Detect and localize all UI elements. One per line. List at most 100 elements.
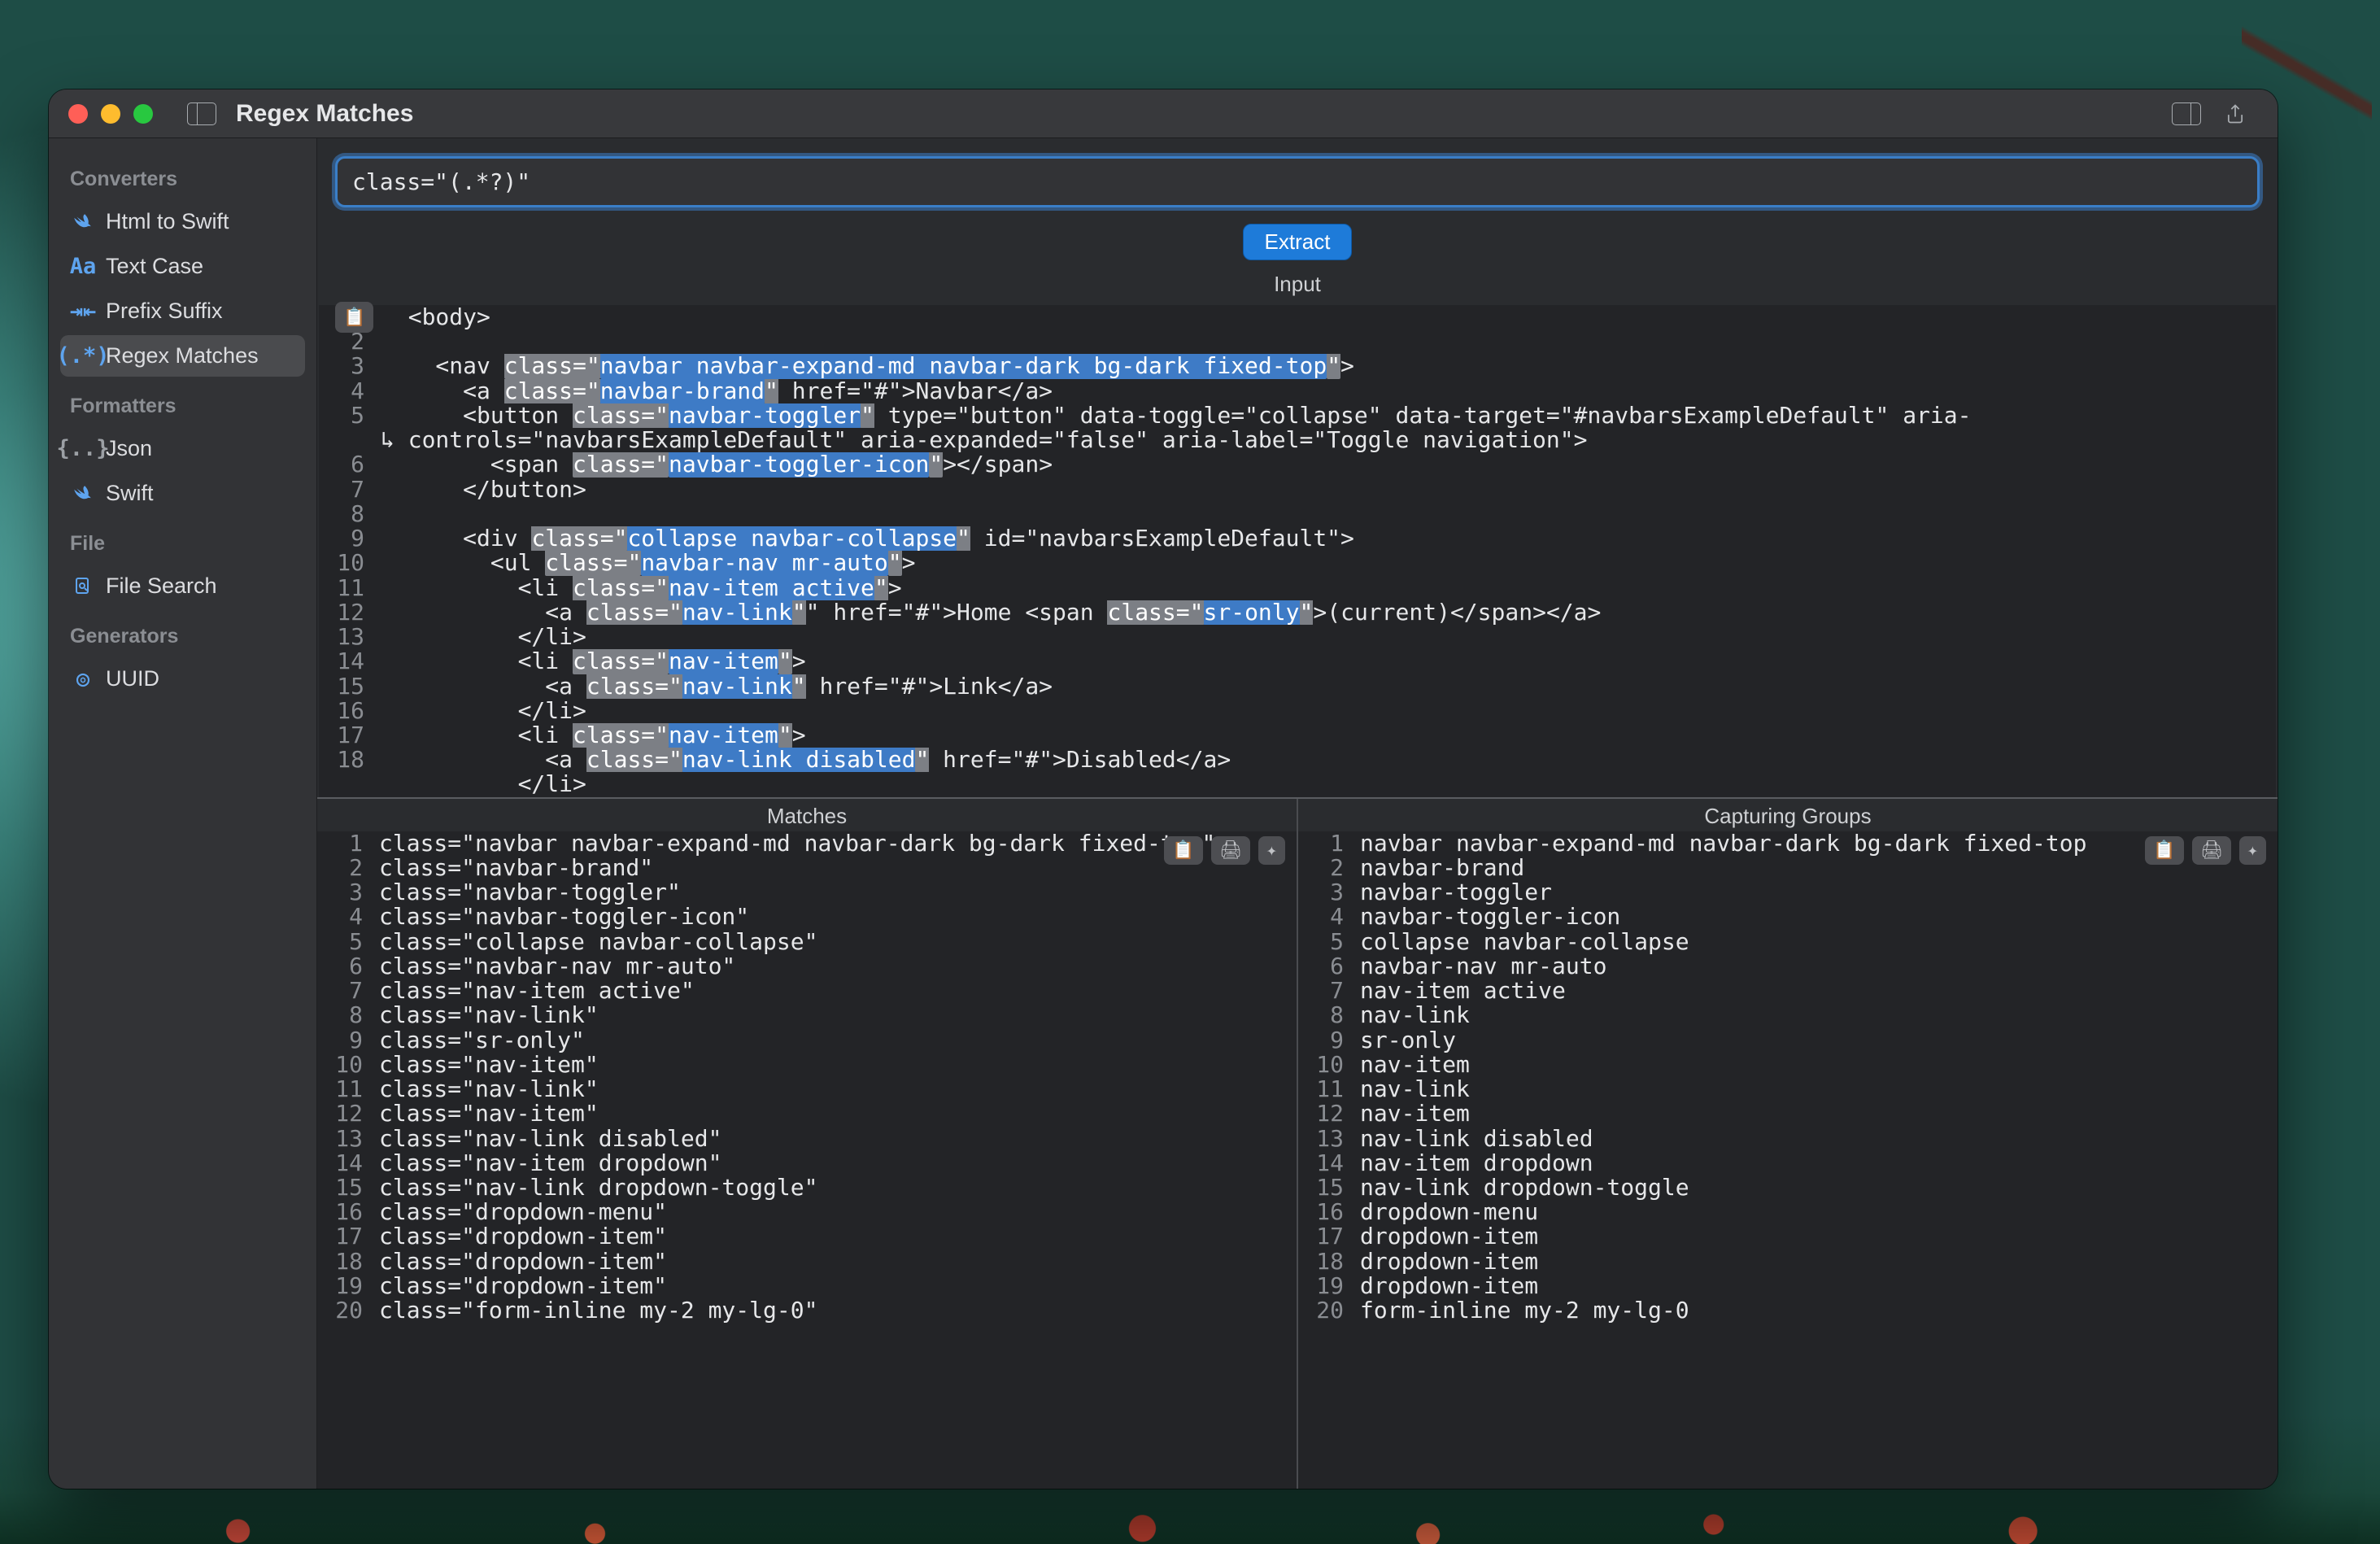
sidebar-item-label: UUID [106,666,159,691]
sidebar-item-label: Prefix Suffix [106,299,223,324]
clipboard-icon: 📋 [343,307,365,328]
group-row: 15nav-link dropdown-toggle [1298,1175,2278,1200]
input-section-label: Input [317,267,2278,305]
toggle-sidebar-button[interactable] [187,102,216,125]
match-row: 18class="dropdown-item" [317,1250,1297,1274]
group-row: 16dropdown-menu [1298,1200,2278,1224]
group-row: 12nav-item [1298,1101,2278,1126]
code-line: 16 </li> [319,699,2276,723]
code-line: 14 <li class="nav-item"> [319,649,2276,674]
matches-pane[interactable]: 📋 🖨 ✦ 1class="navbar navbar-expand-md na… [317,831,1297,1489]
match-row: 2class="navbar-brand" [317,856,1297,880]
code-line: 3 <nav class="navbar navbar-expand-md na… [319,354,2276,378]
group-row: 19dropdown-item [1298,1274,2278,1298]
code-line: 17 <li class="nav-item"> [319,723,2276,748]
sidebar-section-header: Formatters [60,380,305,425]
arrows-icon: ⇥⇤ [72,300,94,323]
sidebar-item-swift[interactable]: Swift [60,473,305,514]
group-row: 6navbar-nav mr-auto [1298,954,2278,979]
group-row: 18dropdown-item [1298,1250,2278,1274]
code-line: 6 <span class="navbar-toggler-icon"></sp… [319,452,2276,477]
group-row: 2navbar-brand [1298,856,2278,880]
group-row: 11nav-link [1298,1077,2278,1101]
share-button[interactable] [2224,102,2253,125]
sidebar-item-label: Text Case [106,254,203,279]
group-row: 10nav-item [1298,1053,2278,1077]
groups-pane[interactable]: 📋 🖨 ✦ 1navbar navbar-expand-md navbar-da… [1297,831,2278,1489]
clear-groups-button[interactable]: ✦ [2239,836,2266,866]
match-row: 16class="dropdown-menu" [317,1200,1297,1224]
match-row: 10class="nav-item" [317,1053,1297,1077]
match-row: 19class="dropdown-item" [317,1274,1297,1298]
match-row: 8class="nav-link" [317,1003,1297,1027]
group-row: 20form-inline my-2 my-lg-0 [1298,1298,2278,1323]
group-row: 17dropdown-item [1298,1224,2278,1249]
sidebar-item-prefix-suffix[interactable]: ⇥⇤ Prefix Suffix [60,290,305,332]
sidebar-item-file-search[interactable]: File Search [60,565,305,607]
sidebar-item-label: File Search [106,574,217,599]
code-line: 5 <button class="navbar-toggler" type="b… [319,403,2276,428]
match-row: 4class="navbar-toggler-icon" [317,905,1297,929]
swift-icon [72,211,94,233]
code-line: 12 <a class="nav-link"" href="#">Home <s… [319,600,2276,625]
sidebar-item-regex-matches[interactable]: (.*)Regex Matches [60,335,305,377]
sidebar: Converters Html to Swift Aa Text Case ⇥⇤ Pref… [49,138,317,1489]
group-row: 14nav-item dropdown [1298,1151,2278,1175]
match-row: 1class="navbar navbar-expand-md navbar-d… [317,831,1297,856]
match-row: 11class="nav-link" [317,1077,1297,1101]
match-row: 14class="nav-item dropdown" [317,1151,1297,1175]
match-row: 13class="nav-link disabled" [317,1127,1297,1151]
groups-header: Capturing Groups [1298,799,2278,831]
code-line: 13 </li> [319,625,2276,649]
code-line: 11 <li class="nav-item active"> [319,576,2276,600]
code-line: 18 <a class="nav-link disabled" href="#"… [319,748,2276,772]
match-row: 5class="collapse navbar-collapse" [317,930,1297,954]
sidebar-section-header: File [60,517,305,562]
input-code-editor[interactable]: 1 <body>23 <nav class="navbar navbar-exp… [319,305,2276,797]
sidebar-item-json[interactable]: {..}Json [60,428,305,469]
copy-input-button[interactable]: 📋 [335,302,373,333]
code-line: 7 </button> [319,478,2276,502]
copy-matches-button[interactable]: 📋 [1164,836,1202,866]
minimize-window-button[interactable] [101,104,120,124]
match-row: 15class="nav-link dropdown-toggle" [317,1175,1297,1200]
doc-search-icon [72,575,94,598]
Aa-icon: Aa [72,255,94,278]
code-line: ↳ controls="navbarsExampleDefault" aria-… [319,428,2276,452]
swift-icon [72,482,94,505]
sidebar-item-label: Html to Swift [106,209,229,234]
target-icon: ◎ [72,668,94,691]
extract-button[interactable]: Extract [1243,224,1353,260]
code-line: 15 <a class="nav-link" href="#">Link</a> [319,674,2276,699]
match-row: 12class="nav-item" [317,1101,1297,1126]
zoom-window-button[interactable] [133,104,153,124]
print-matches-button[interactable]: 🖨 [1211,836,1250,866]
code-line: 2 [319,329,2276,354]
sidebar-section-header: Converters [60,153,305,198]
code-line: 8 [319,502,2276,526]
sidebar-item-label: Json [106,436,152,461]
sidebar-item-label: Regex Matches [106,343,259,369]
match-row: 17class="dropdown-item" [317,1224,1297,1249]
group-row: 8nav-link [1298,1003,2278,1027]
sidebar-item-text-case[interactable]: Aa Text Case [60,246,305,287]
code-line: </li> [319,772,2276,796]
close-window-button[interactable] [68,104,88,124]
match-row: 20class="form-inline my-2 my-lg-0" [317,1298,1297,1323]
match-row: 9class="sr-only" [317,1028,1297,1053]
print-groups-button[interactable]: 🖨 [2192,836,2231,866]
copy-groups-button[interactable]: 📋 [2145,836,2183,866]
match-row: 7class="nav-item active" [317,979,1297,1003]
sidebar-item-uuid[interactable]: ◎ UUID [60,658,305,700]
group-row: 5collapse navbar-collapse [1298,930,2278,954]
group-row: 13nav-link disabled [1298,1127,2278,1151]
sidebar-item-html-to-swift[interactable]: Html to Swift [60,201,305,242]
match-row: 6class="navbar-nav mr-auto" [317,954,1297,979]
regex-pattern-input[interactable] [335,156,2260,207]
group-row: 3navbar-toggler [1298,880,2278,905]
code-line: 9 <div class="collapse navbar-collapse" … [319,526,2276,551]
clear-matches-button[interactable]: ✦ [1258,836,1285,866]
toggle-inspector-button[interactable] [2172,102,2201,125]
group-row: 4navbar-toggler-icon [1298,905,2278,929]
code-line: 1 <body> [319,305,2276,329]
